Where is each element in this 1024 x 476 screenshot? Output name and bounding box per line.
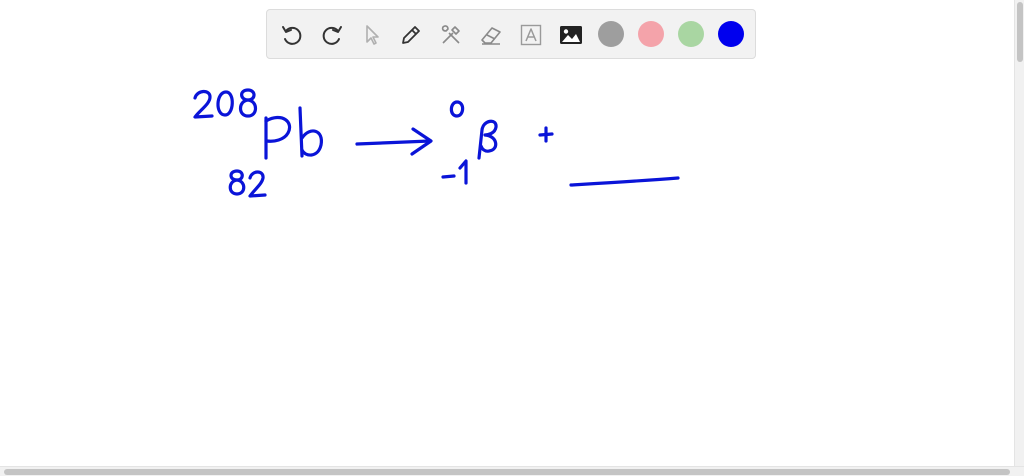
drawing-toolbar [266,9,756,59]
product1-mass-number [449,100,465,118]
image-icon [560,26,582,44]
horizontal-scrollbar[interactable] [0,466,1024,476]
product1-symbol [477,119,498,160]
redo-button[interactable] [319,22,345,48]
reactant-atomic-number [228,169,267,198]
text-button[interactable] [518,22,544,48]
redo-icon [322,26,342,45]
select-button[interactable] [359,22,385,48]
horizontal-scrollbar-thumb[interactable] [4,469,1010,475]
vertical-scrollbar-thumb[interactable] [1017,2,1023,62]
tools-button[interactable] [438,22,464,48]
pen-button[interactable] [398,22,424,48]
select-cursor-icon [366,25,379,45]
vertical-scrollbar[interactable] [1014,0,1024,466]
answer-blank [569,176,680,187]
color-swatch-gray[interactable] [598,21,624,47]
reactant-symbol [264,106,323,160]
reaction-arrow [355,127,433,156]
whiteboard-canvas[interactable] [0,0,1014,466]
undo-button[interactable] [279,22,305,48]
product1-charge-number [441,159,468,185]
handwriting-layer [193,88,680,198]
pen-icon [402,26,420,44]
tools-icon [441,25,460,44]
color-swatch-pink[interactable] [638,21,664,47]
color-swatch-blue[interactable] [718,21,744,47]
undo-icon [282,26,302,45]
reactant-mass-number [193,88,258,119]
eraser-button[interactable] [478,22,504,48]
plus-sign [538,126,554,143]
text-box-icon [520,24,542,46]
eraser-icon [481,27,501,45]
color-swatch-green[interactable] [678,21,704,47]
image-button[interactable] [558,22,584,48]
